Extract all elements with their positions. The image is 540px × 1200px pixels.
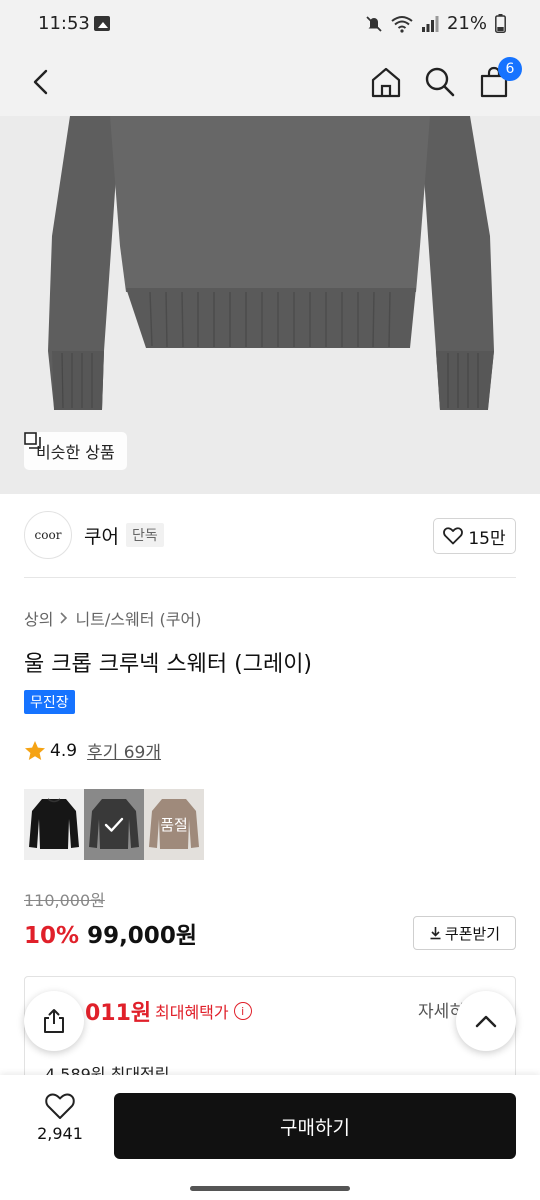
color-option-gray[interactable]	[84, 789, 144, 860]
brand-name[interactable]: 쿠어	[84, 522, 119, 549]
color-option-black[interactable]	[24, 789, 84, 860]
image-icon	[94, 16, 110, 31]
breadcrumb-category[interactable]: 상의	[24, 606, 53, 630]
review-link[interactable]: 후기 69개	[87, 738, 161, 763]
gesture-area	[0, 1178, 540, 1200]
heart-icon	[443, 527, 464, 545]
wifi-icon	[391, 15, 413, 33]
black-sweater-thumbnail	[29, 798, 79, 849]
product-image[interactable]: 비슷한 상품	[0, 116, 540, 494]
similar-items-icon	[24, 432, 41, 449]
promo-tag-badge: 무진장	[24, 690, 75, 714]
status-bar: 11:53 21%	[0, 0, 540, 48]
selected-overlay	[84, 789, 144, 860]
sold-out-overlay: 품절	[144, 789, 204, 860]
sale-price: 99,000원	[87, 923, 197, 949]
info-icon[interactable]: i	[233, 1002, 252, 1020]
max-benefit-price: 011원	[85, 1001, 152, 1026]
mute-icon	[366, 15, 382, 32]
brand-like-button[interactable]: 15만	[433, 518, 516, 554]
check-icon	[104, 817, 124, 832]
similar-products-label: 비슷한 상품	[36, 443, 115, 462]
max-benefit-label-text: 최대혜택가	[155, 1003, 229, 1022]
cart-button[interactable]: 6	[472, 57, 522, 104]
star-icon	[25, 740, 45, 760]
divider	[24, 577, 516, 578]
home-button[interactable]	[364, 60, 408, 104]
battery-percent: 21%	[446, 13, 487, 34]
cart-count-badge: 6	[498, 57, 522, 81]
battery-icon	[495, 14, 506, 33]
top-nav: 6	[0, 48, 540, 116]
price-row: 10% 99,000원	[24, 916, 197, 950]
original-price: 110,000원	[24, 891, 105, 910]
wishlist-count: 2,941	[37, 1124, 83, 1143]
share-icon	[44, 1009, 64, 1033]
signal-icon	[421, 15, 439, 32]
similar-products-button[interactable]: 비슷한 상품	[24, 432, 127, 470]
rating-value: 4.9	[50, 740, 78, 761]
breadcrumb-subcategory[interactable]: 니트/스웨터 (쿠어)	[75, 606, 201, 630]
heart-icon	[45, 1093, 75, 1119]
search-icon	[425, 67, 455, 97]
brand-like-count: 15만	[468, 528, 506, 549]
back-button[interactable]	[20, 60, 64, 104]
search-button[interactable]	[418, 60, 462, 104]
download-icon	[430, 927, 441, 940]
chevron-right-icon	[60, 612, 68, 624]
exclusive-badge: 단독	[126, 523, 164, 547]
product-title: 울 크롭 크루넥 스웨터 (그레이)	[24, 652, 313, 677]
chevron-up-icon	[475, 1015, 497, 1028]
scroll-top-button[interactable]	[456, 991, 516, 1051]
buy-button[interactable]: 구매하기	[114, 1093, 516, 1159]
wishlist-button[interactable]: 2,941	[24, 1093, 96, 1159]
color-options: 품절	[24, 789, 204, 860]
discount-rate: 10%	[24, 923, 80, 949]
breadcrumb: 상의 니트/스웨터 (쿠어)	[24, 606, 201, 630]
rating-row: 4.9 후기 69개	[24, 738, 161, 763]
color-option-brown[interactable]: 품절	[144, 789, 204, 860]
status-indicators: 21%	[365, 13, 506, 34]
coupon-button[interactable]: 쿠폰받기	[413, 916, 516, 950]
bottom-purchase-bar: 2,941 구매하기	[0, 1075, 540, 1178]
home-gesture-bar[interactable]	[190, 1186, 350, 1191]
brand-logo[interactable]: coor	[24, 511, 72, 559]
status-time: 11:53	[38, 13, 90, 34]
coupon-label: 쿠폰받기	[444, 924, 501, 943]
share-button[interactable]	[24, 991, 84, 1051]
back-arrow-icon	[33, 69, 48, 95]
home-icon	[371, 67, 401, 98]
max-benefit-label: 최대혜택가 i	[155, 999, 252, 1023]
brand-row: coor 쿠어 단독 15만	[0, 494, 540, 578]
